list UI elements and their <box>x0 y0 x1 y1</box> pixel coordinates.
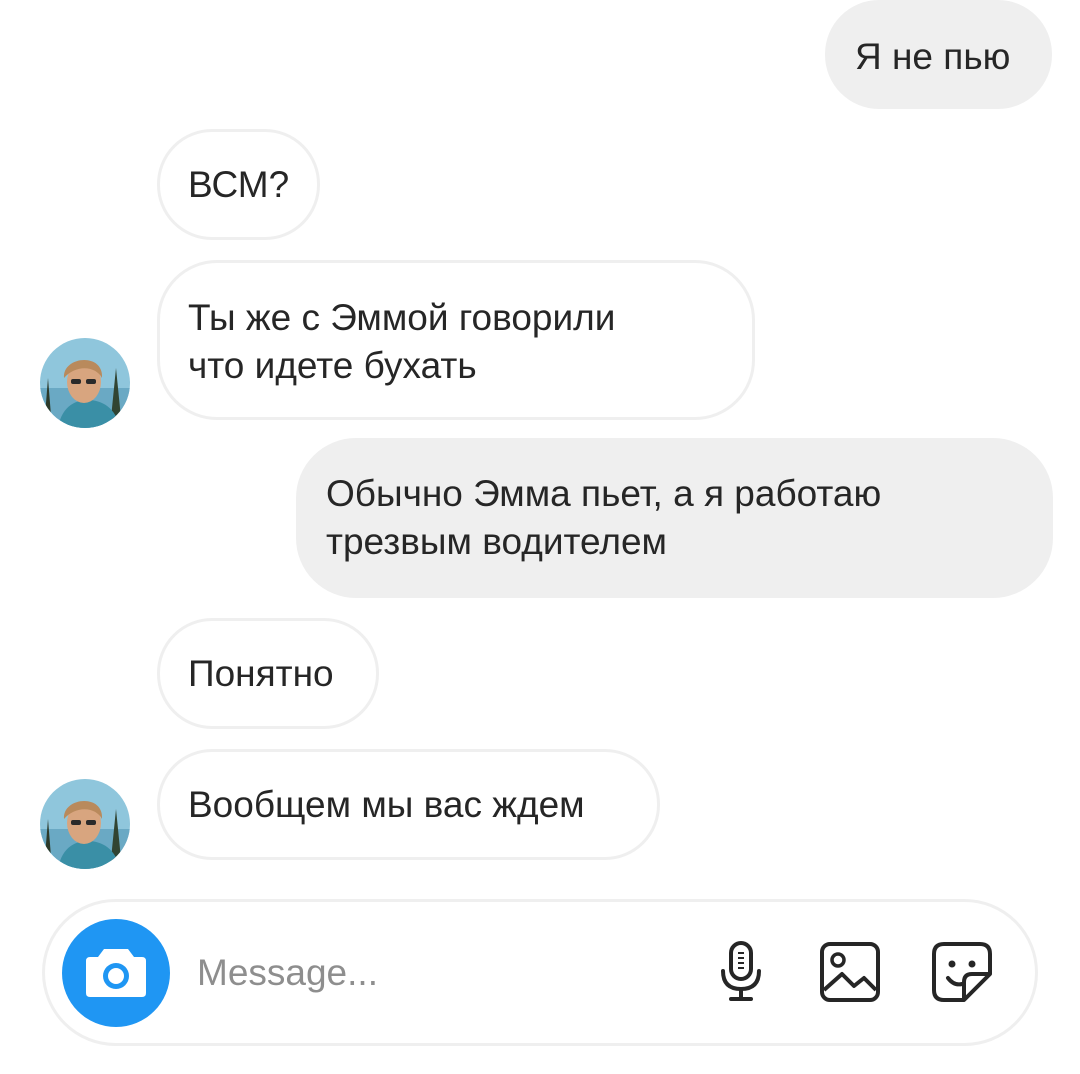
incoming-message-bubble[interactable]: Ты же с Эммой говорили что идете бухать <box>157 260 755 420</box>
message-text-line: Ты же с Эммой говорили <box>188 297 616 338</box>
message-text: Понятно <box>188 653 334 694</box>
camera-icon <box>86 949 146 997</box>
microphone-icon[interactable] <box>709 939 773 1003</box>
message-text: Вообщем мы вас ждем <box>188 784 585 825</box>
sticker-icon[interactable] <box>930 940 994 1004</box>
message-text: Я не пью <box>855 36 1011 77</box>
incoming-message-bubble[interactable]: Вообщем мы вас ждем <box>157 749 660 860</box>
message-input[interactable] <box>197 948 657 998</box>
avatar[interactable] <box>40 779 130 869</box>
message-text-line: что идете бухать <box>188 345 477 386</box>
avatar[interactable] <box>40 338 130 428</box>
camera-button[interactable] <box>62 919 170 1027</box>
incoming-message-bubble[interactable]: ВСМ? <box>157 129 320 240</box>
incoming-message-bubble[interactable]: Понятно <box>157 618 379 729</box>
outgoing-message-bubble[interactable]: Обычно Эмма пьет, а я работаю трезвым во… <box>296 438 1053 598</box>
outgoing-message-bubble[interactable]: Я не пью <box>825 0 1052 109</box>
message-text: ВСМ? <box>188 164 290 205</box>
message-text-line: Обычно Эмма пьет, а я работаю <box>326 473 882 514</box>
message-composer <box>42 899 1038 1046</box>
gallery-icon[interactable] <box>818 940 882 1004</box>
message-text-line: трезвым водителем <box>326 521 667 562</box>
